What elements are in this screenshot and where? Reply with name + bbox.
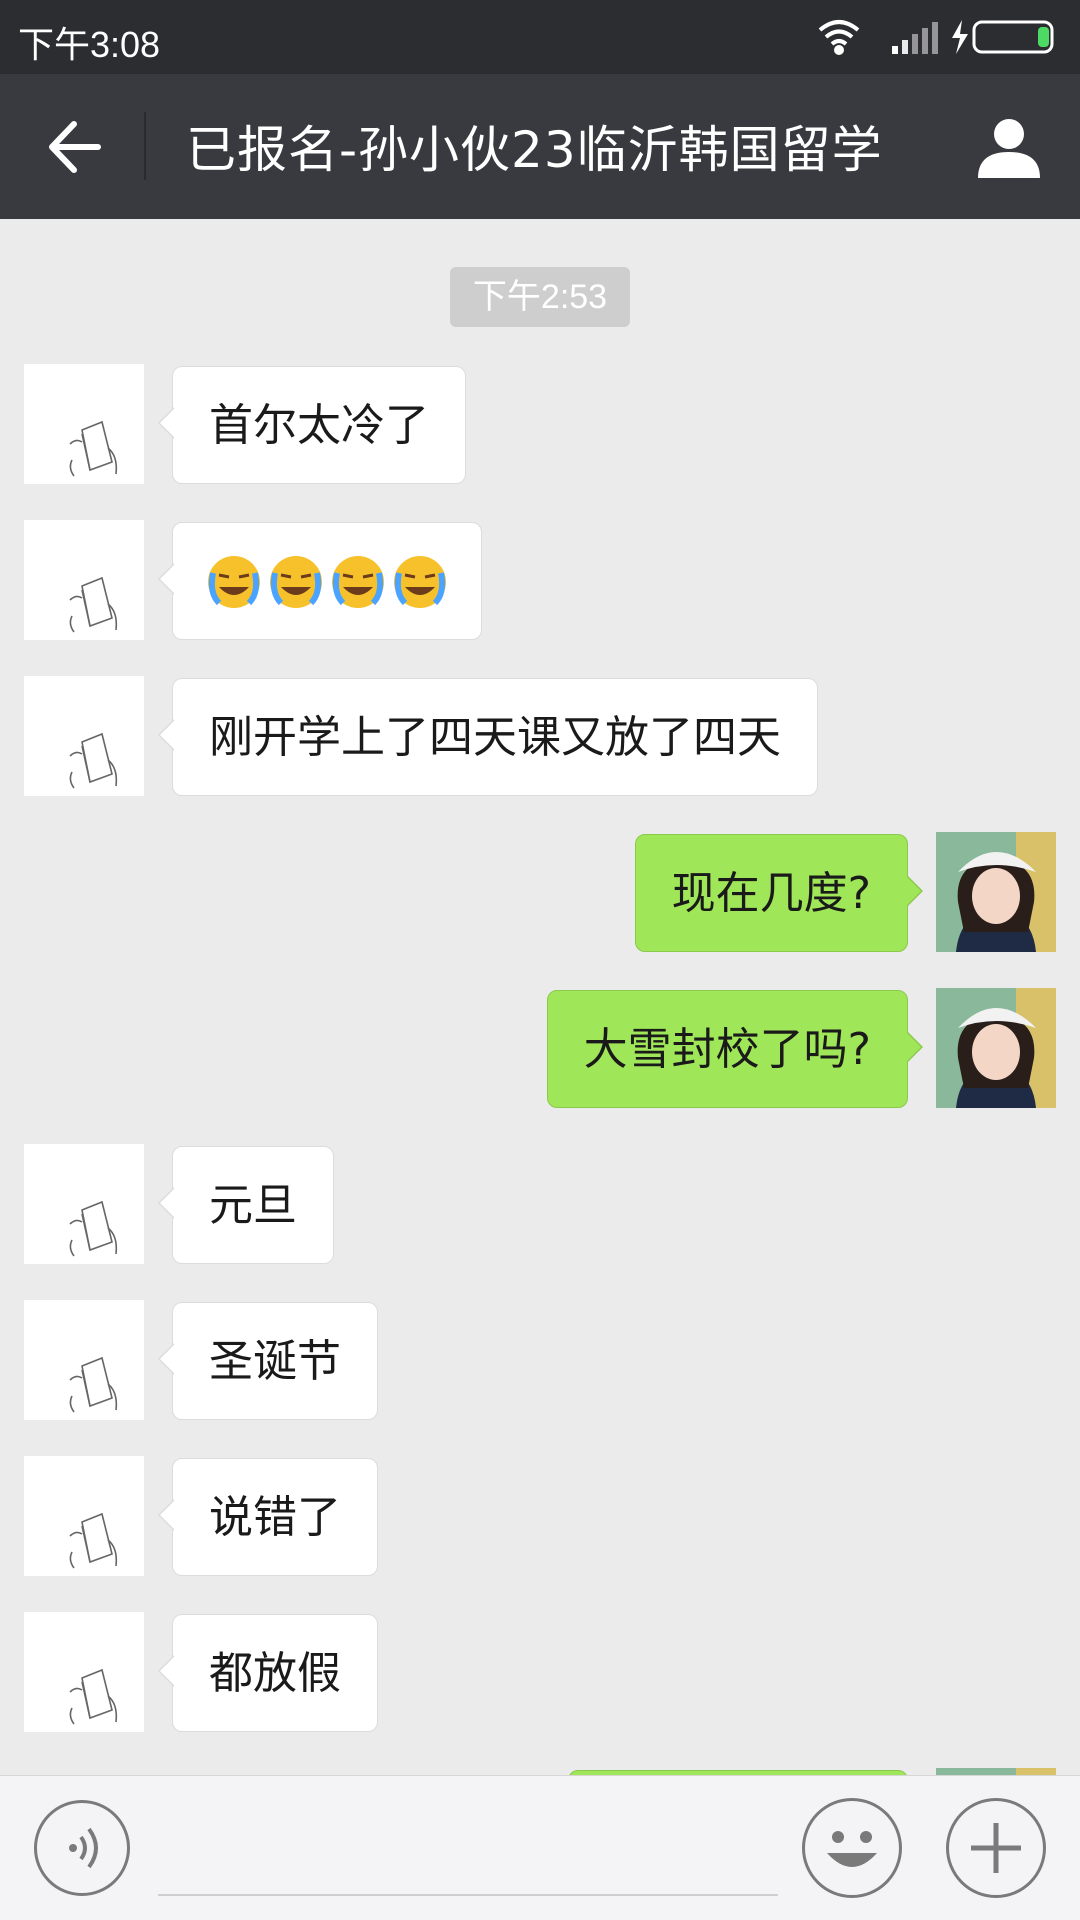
wifi-icon	[818, 20, 860, 55]
contact-avatar[interactable]	[24, 520, 144, 640]
voice-icon	[69, 1827, 98, 1869]
battery-icon	[972, 20, 1054, 54]
profile-icon[interactable]	[976, 116, 1042, 178]
contact-avatar[interactable]	[24, 1612, 144, 1732]
message-row: 圣诞节	[0, 1300, 1080, 1420]
crying-face-icon	[208, 556, 260, 608]
message-row: 都放假	[0, 1612, 1080, 1732]
message-bubble[interactable]: 说错了	[158, 1458, 378, 1576]
message-bubble[interactable]: 现在几度?	[634, 834, 924, 952]
crying-face-icon	[270, 556, 322, 608]
crying-face-icon	[332, 556, 384, 608]
contact-avatar[interactable]	[24, 1300, 144, 1420]
message-list[interactable]: 下午2:53 首尔太冷了 刚开学上了四天课又放了四天 现在几度? 大雪封校了吗?…	[0, 219, 1080, 1775]
message-row: 元旦	[0, 1144, 1080, 1264]
status-time: 下午3:08	[18, 24, 161, 65]
self-avatar[interactable]	[936, 832, 1056, 952]
message-row: 现在几度?	[0, 832, 1080, 952]
message-row: 刚开学上了四天课又放了四天	[0, 676, 1080, 796]
input-bar	[0, 1775, 1080, 1920]
message-bubble[interactable]	[158, 522, 482, 641]
message-row: 首尔太冷了	[0, 364, 1080, 484]
message-bubble[interactable]: 首尔太冷了	[158, 366, 466, 484]
chat-header: 已报名-孙小伙23临沂韩国留学	[0, 74, 1080, 219]
plus-icon	[971, 1823, 1021, 1873]
status-bar: 下午3:08	[0, 0, 1080, 74]
message-timestamp: 下午2:53	[450, 267, 630, 327]
status-icons	[818, 20, 1054, 55]
contact-avatar[interactable]	[24, 364, 144, 484]
self-avatar[interactable]	[936, 988, 1056, 1108]
signal-icon	[892, 22, 938, 54]
message-bubble[interactable]: 刚开学上了四天课又放了四天	[158, 678, 818, 796]
contact-avatar[interactable]	[24, 1456, 144, 1576]
contact-avatar[interactable]	[24, 1144, 144, 1264]
smiley-icon	[827, 1831, 877, 1867]
contact-avatar[interactable]	[24, 676, 144, 796]
header-divider	[144, 112, 146, 180]
more-button[interactable]	[946, 1798, 1046, 1898]
message-bubble[interactable]: 都放假	[158, 1614, 378, 1732]
message-row-partial	[0, 1768, 1080, 1775]
message-bubble[interactable]: 元旦	[158, 1146, 334, 1264]
message-bubble[interactable]: 大雪封校了吗?	[546, 990, 924, 1108]
message-row: 说错了	[0, 1456, 1080, 1576]
message-input[interactable]	[158, 1806, 778, 1886]
charging-icon	[952, 20, 968, 54]
self-avatar[interactable]	[936, 1768, 1056, 1775]
voice-button[interactable]	[34, 1800, 130, 1896]
emoji-group	[205, 523, 449, 641]
input-underline	[158, 1894, 778, 1896]
message-row: 大雪封校了吗?	[0, 988, 1080, 1108]
crying-face-icon	[394, 556, 446, 608]
emoji-button[interactable]	[802, 1798, 902, 1898]
chat-title: 已报名-孙小伙23临沂韩国留学	[186, 121, 883, 179]
back-arrow-icon[interactable]	[44, 114, 104, 180]
message-bubble[interactable]: 圣诞节	[158, 1302, 378, 1420]
message-row	[0, 520, 1080, 640]
